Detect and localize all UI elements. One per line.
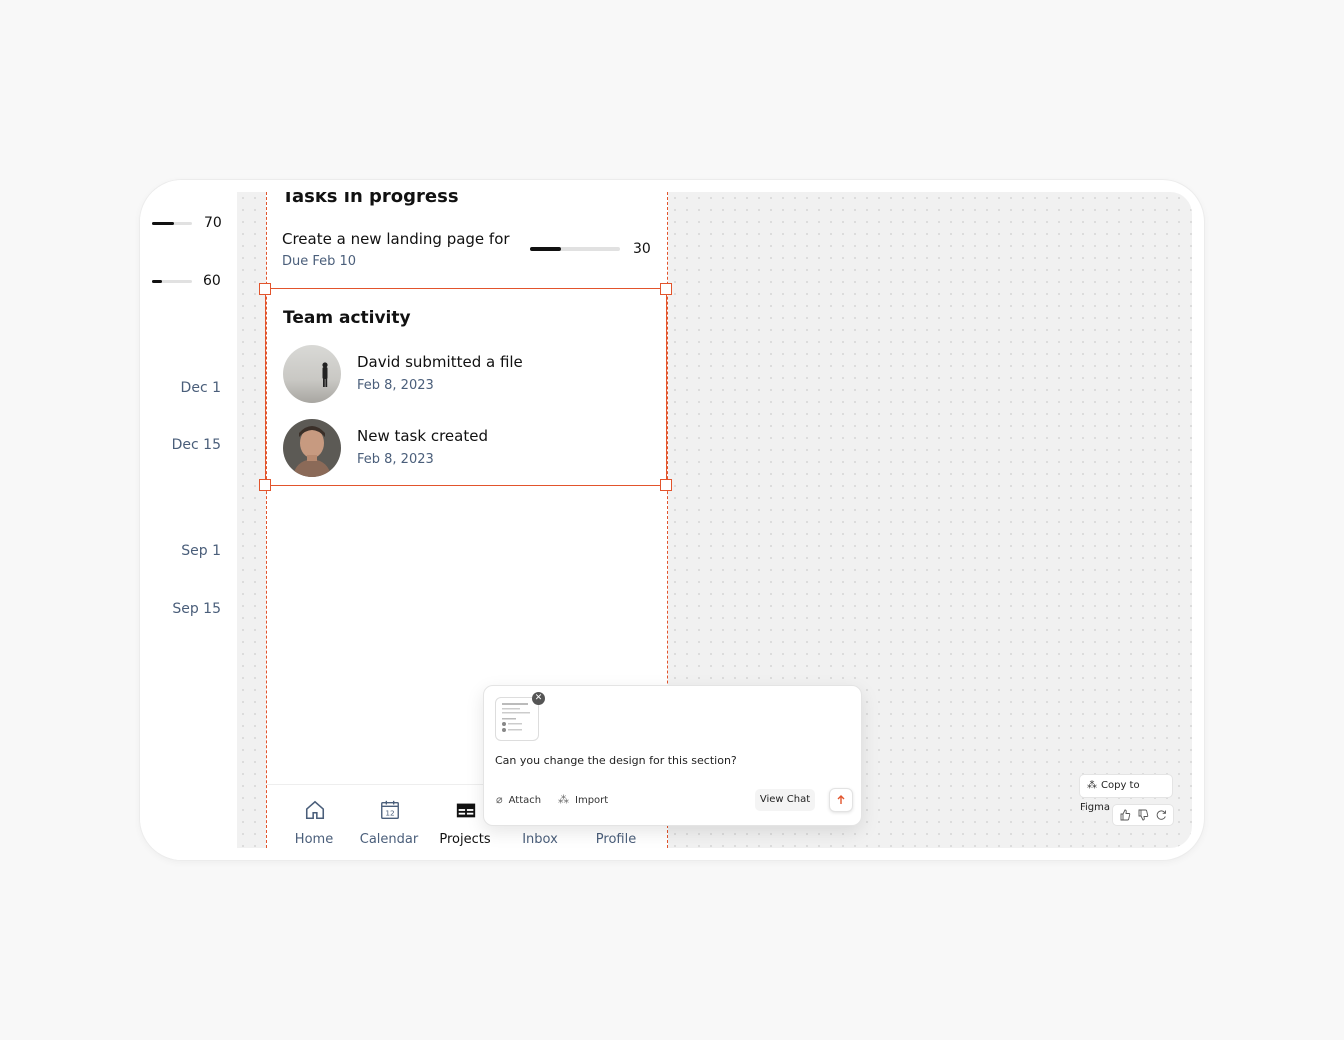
task-due-date: Due Feb 10 (282, 254, 357, 269)
task-progress-value: 30 (633, 241, 651, 257)
figma-icon: ⁂ (558, 793, 569, 806)
activity-item[interactable]: David submitted a file Feb 8, 2023 (283, 345, 643, 405)
calendar-icon: 12 (381, 800, 399, 819)
timeline-date: Sep 15 (172, 601, 221, 617)
activity-title: New task created (357, 427, 488, 445)
selection-box[interactable]: Team activity David submitted a file Feb… (265, 288, 667, 486)
thumbs-down-icon[interactable] (1137, 809, 1149, 821)
resize-handle[interactable] (259, 479, 271, 491)
attached-thumbnail[interactable] (495, 697, 539, 741)
nav-label: Profile (595, 832, 637, 847)
remove-attachment-icon[interactable]: ✕ (532, 692, 545, 705)
figma-icon: ⁂ (1087, 780, 1097, 791)
section-title: Tasks in progress (282, 192, 459, 207)
progress-bar (152, 222, 192, 225)
nav-label: Projects (439, 832, 491, 847)
home-icon (305, 800, 325, 820)
view-chat-button[interactable]: View Chat (755, 789, 815, 811)
nav-calendar[interactable]: 12 Calendar (354, 785, 424, 848)
person-landscape-avatar (283, 345, 341, 403)
timeline-date: Dec 15 (171, 437, 221, 453)
send-button[interactable] (829, 788, 853, 812)
thumbs-up-icon[interactable] (1119, 809, 1131, 821)
copy-to-figma-button[interactable]: ⁂ Copy to Figma (1079, 774, 1173, 813)
resize-handle[interactable] (660, 283, 672, 295)
chat-message: Can you change the design for this secti… (495, 754, 737, 767)
activity-date: Feb 8, 2023 (357, 452, 434, 467)
progress-bar (152, 280, 192, 283)
svg-text:12: 12 (385, 809, 394, 818)
activity-date: Feb 8, 2023 (357, 378, 434, 393)
chat-panel: ✕ Can you change the design for this sec… (483, 685, 862, 826)
man-portrait-avatar (283, 419, 341, 477)
arrow-up-icon (837, 795, 845, 804)
team-activity-title: Team activity (283, 308, 411, 328)
activity-title: David submitted a file (357, 353, 523, 371)
nav-label: Home (294, 832, 334, 847)
nav-label: Inbox (522, 832, 558, 847)
import-button[interactable]: ⁂ Import (558, 790, 608, 810)
feedback-group (1112, 804, 1174, 826)
attach-label: Attach (508, 795, 542, 806)
nav-home[interactable]: Home (279, 785, 349, 848)
activity-item[interactable]: New task created Feb 8, 2023 (283, 419, 643, 479)
resize-handle[interactable] (660, 479, 672, 491)
timeline-date: Sep 1 (181, 543, 221, 559)
task-title[interactable]: Create a new landing page for (282, 230, 510, 248)
import-label: Import (575, 795, 609, 806)
refresh-icon[interactable] (1155, 809, 1167, 821)
projects-icon (456, 803, 476, 818)
paperclip-icon: ⌀ (496, 793, 503, 806)
task-progress-bar (530, 247, 620, 251)
nav-label: Calendar (359, 832, 419, 847)
attach-button[interactable]: ⌀ Attach (496, 790, 541, 810)
timeline-date: Dec 1 (180, 380, 221, 396)
progress-value: 60 (203, 273, 221, 289)
resize-handle[interactable] (259, 283, 271, 295)
progress-value: 70 (204, 215, 222, 231)
left-column: 70 60 Dec 1 Dec 15 Sep 1 Sep 15 (140, 180, 237, 860)
